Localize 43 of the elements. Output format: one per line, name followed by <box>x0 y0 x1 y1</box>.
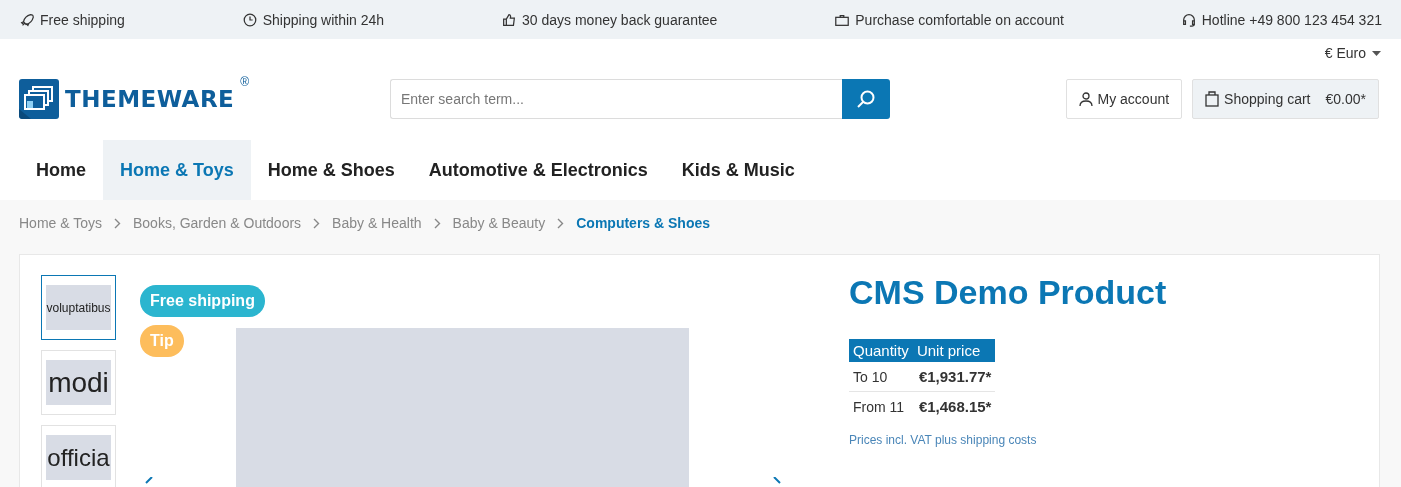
caret-icon <box>1372 50 1381 56</box>
search-icon <box>856 89 876 109</box>
cart-button[interactable]: Shopping cart €0.00* <box>1192 79 1379 119</box>
chevron-right-icon <box>313 217 321 229</box>
thumbnail[interactable]: modi <box>41 350 116 415</box>
product-title: CMS Demo Product <box>849 273 1168 312</box>
usp-text: 30 days money back guarantee <box>522 11 718 28</box>
nav-tab[interactable]: Home & Toys <box>103 140 251 200</box>
table-cell: From 11 <box>849 391 913 421</box>
user-icon <box>1078 92 1093 106</box>
thumbnail[interactable]: officia <box>41 425 116 487</box>
nav-tab[interactable]: Home <box>19 140 103 200</box>
chevron-right-icon <box>114 217 121 229</box>
table-cell: €1,931.77* <box>912 362 996 392</box>
usp-text: Hotline +49 800 123 454 321 <box>1201 11 1382 28</box>
usp-text: Purchase comfortable on account <box>855 11 1064 28</box>
headset-icon <box>1180 11 1197 28</box>
logo-text[interactable]: THEMEWARE <box>65 86 235 112</box>
chevron-right-icon <box>433 217 441 229</box>
column-header: Quantity <box>849 339 913 362</box>
thumbs-up-icon <box>501 11 518 28</box>
product-badge: Free shipping <box>140 285 265 317</box>
nav-tab[interactable]: Home & Shoes <box>250 140 412 200</box>
currency-dropdown[interactable]: € Euro <box>1324 45 1381 61</box>
search-button[interactable] <box>842 79 890 119</box>
logo-icon <box>19 79 59 119</box>
bag-icon <box>1205 91 1220 107</box>
chevron-right-icon <box>557 217 565 229</box>
account-button[interactable]: My account <box>1065 79 1183 119</box>
product-badge: Tip <box>140 325 184 357</box>
nav-tab[interactable]: Kids & Music <box>664 140 812 200</box>
column-header: Unit price <box>912 339 996 362</box>
table-cell: To 10 <box>849 362 913 392</box>
usp-text: Free shipping <box>40 11 125 28</box>
registered-mark: ® <box>240 75 250 89</box>
tax-note: Prices incl. VAT plus shipping costs <box>849 433 1038 447</box>
nav-tab[interactable]: Automotive & Electronics <box>411 140 665 200</box>
usp-text: Shipping within 24h <box>262 11 385 28</box>
breadcrumb-link[interactable]: Computers & Shoes <box>576 215 711 231</box>
thumbnail[interactable]: voluptatibus <box>41 275 116 340</box>
table-cell: €1,468.15* <box>912 391 996 421</box>
clock-icon <box>241 11 258 28</box>
rocket-icon <box>19 11 35 28</box>
